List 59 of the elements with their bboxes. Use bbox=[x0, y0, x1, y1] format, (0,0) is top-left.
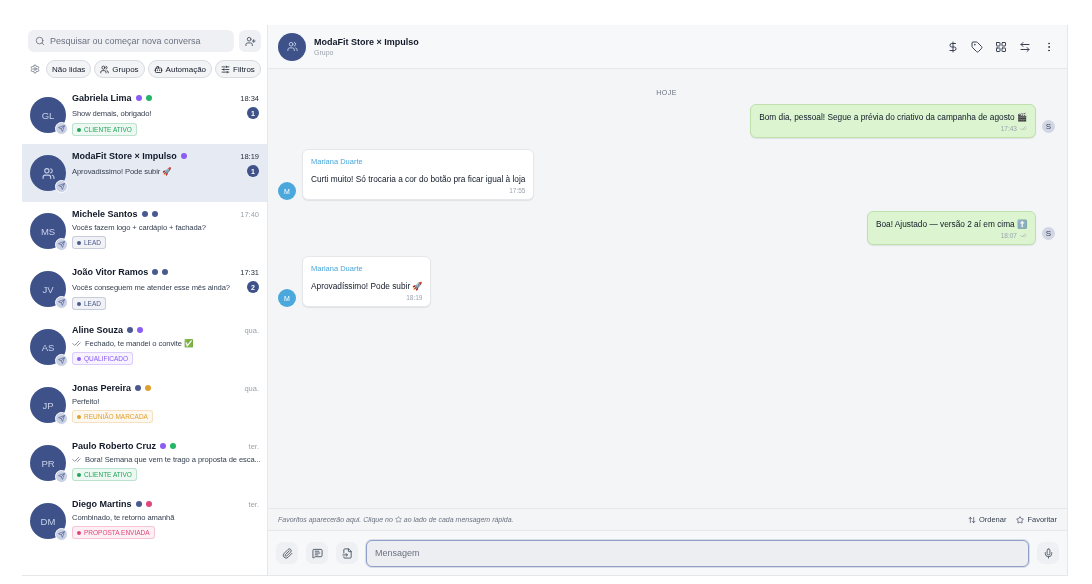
contact-name: Diego Martins bbox=[72, 499, 132, 509]
contact-name: João Vitor Ramos bbox=[72, 267, 149, 277]
avatar: JP bbox=[30, 387, 66, 423]
file-icon bbox=[341, 547, 353, 559]
send-icon bbox=[55, 354, 68, 367]
new-contact-button[interactable] bbox=[239, 30, 261, 52]
mic-button[interactable] bbox=[1037, 542, 1059, 564]
message-text: Aprovadíssimo! Pode subir 🚀 bbox=[311, 281, 423, 291]
message-text: Boa! Ajustado — versão 2 aí em cima ⬆ bbox=[875, 219, 1027, 229]
user-plus-icon bbox=[244, 35, 256, 47]
mic-icon bbox=[1042, 547, 1054, 559]
contact-name: Paulo Roberto Cruz bbox=[72, 441, 156, 451]
contact-name: ModaFit Store × Impulso bbox=[72, 151, 177, 161]
contact-name: Aline Souza bbox=[72, 325, 123, 335]
group-icon bbox=[286, 41, 298, 52]
contact-name: Jonas Pereira bbox=[72, 383, 132, 393]
send-icon bbox=[55, 238, 68, 251]
double-check-icon bbox=[1020, 232, 1027, 239]
message-text: Bom dia, pessoal! Segue a prévia do criativo da campanha de agosto 🎬 bbox=[759, 112, 1027, 122]
attach-button[interactable] bbox=[276, 542, 298, 564]
avatar: DM bbox=[30, 503, 66, 539]
contact-name: Michele Santos bbox=[72, 209, 138, 219]
send-icon bbox=[55, 122, 68, 135]
message-input[interactable]: Mensagem bbox=[366, 539, 1029, 567]
star-icon bbox=[1016, 515, 1025, 524]
message-icon bbox=[311, 547, 323, 559]
avatar: GL bbox=[30, 97, 66, 133]
avatar: JV bbox=[30, 271, 66, 307]
search-field[interactable]: Pesquisar ou começar nova conversa bbox=[28, 30, 234, 52]
send-icon bbox=[55, 470, 68, 483]
filter-chip[interactable]: Automação bbox=[147, 60, 213, 78]
sort-icon bbox=[967, 515, 976, 524]
search-icon bbox=[35, 36, 45, 46]
contact-name: Gabriela Lima bbox=[72, 93, 132, 103]
avatar: PR bbox=[30, 445, 66, 481]
filter-chip[interactable]: Não lidas bbox=[46, 60, 92, 78]
chat-title: ModaFit Store × Impulso bbox=[314, 37, 419, 47]
settings-icon[interactable] bbox=[30, 64, 40, 74]
tag-icon[interactable] bbox=[969, 38, 985, 55]
send-icon bbox=[55, 412, 68, 425]
filter-chip[interactable]: Filtros bbox=[215, 60, 261, 78]
sender-avatar: S bbox=[1042, 227, 1055, 240]
send-icon bbox=[55, 528, 68, 541]
group-icon bbox=[41, 166, 55, 180]
send-icon bbox=[55, 296, 68, 309]
filter-chip[interactable]: Grupos bbox=[94, 60, 145, 78]
users-icon bbox=[100, 64, 110, 74]
avatar: MS bbox=[30, 213, 66, 249]
sliders-icon bbox=[221, 64, 231, 74]
quick-reply-button[interactable] bbox=[306, 542, 328, 564]
avatar: AS bbox=[30, 329, 66, 365]
paperclip-icon bbox=[281, 547, 293, 559]
message-text: Curti muito! Só trocaria a cor do botão pra ficar igual à loja bbox=[311, 174, 526, 184]
bot-icon bbox=[153, 64, 163, 74]
template-button[interactable] bbox=[336, 542, 358, 564]
sender-avatar: S bbox=[1042, 120, 1055, 133]
send-icon bbox=[55, 180, 68, 193]
star-icon bbox=[394, 516, 402, 523]
double-check-icon bbox=[1020, 125, 1027, 132]
